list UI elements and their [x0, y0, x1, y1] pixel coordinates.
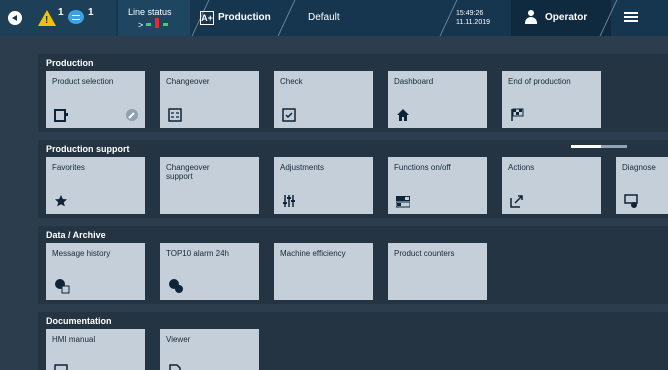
- tile-favorites[interactable]: Favorites: [46, 157, 145, 214]
- machine-icon: [54, 109, 68, 122]
- divider: [439, 0, 458, 36]
- hmi-screen: ! 1 1 Line status > A+ Production Defaul…: [0, 0, 668, 370]
- tile-label: End of production: [508, 77, 571, 86]
- tile-product-selection[interactable]: Product selection: [46, 71, 145, 128]
- tile-label: Changeover support: [166, 163, 210, 181]
- date-text: 11.11.2019: [456, 19, 490, 26]
- mode-icon: A+: [200, 11, 214, 25]
- chevron-right-icon: >: [138, 20, 144, 30]
- tile-diagnose[interactable]: Diagnose: [616, 157, 668, 214]
- tile-message-history[interactable]: Message history: [46, 243, 145, 300]
- tile-changeover[interactable]: Changeover: [160, 71, 259, 128]
- tile-label: HMI manual: [52, 335, 96, 344]
- warning-icon[interactable]: !: [38, 10, 56, 26]
- status-red-indicator: [155, 18, 159, 28]
- tile-adjustments[interactable]: Adjustments: [274, 157, 373, 214]
- tile-label: Viewer: [166, 335, 191, 344]
- tile-label: Favorites: [52, 163, 85, 172]
- document-icon: [169, 364, 181, 370]
- message-count: 1: [88, 7, 94, 18]
- tile-label: Message history: [52, 249, 111, 258]
- tile-machine-efficiency[interactable]: Machine efficiency: [274, 243, 373, 300]
- top-bar: ! 1 1 Line status > A+ Production Defaul…: [0, 0, 668, 36]
- book-icon: [54, 364, 68, 370]
- page-scroll-indicator: [571, 145, 627, 148]
- tile-top10-alarm[interactable]: TOP10 alarm 24h: [160, 243, 259, 300]
- production-mode-button[interactable]: A+ Production: [196, 0, 280, 36]
- checkered-flag-icon: [511, 108, 524, 121]
- tile-label: Adjustments: [280, 163, 325, 172]
- operator-button[interactable]: Operator: [511, 0, 611, 36]
- profile-label[interactable]: Default: [308, 12, 340, 23]
- section-title-production-support: Production support: [46, 144, 130, 154]
- section-title-production: Production: [46, 58, 94, 68]
- alarm-history-icon: [55, 279, 70, 294]
- time-text: 15:49:26: [456, 10, 484, 17]
- tile-end-of-production[interactable]: End of production: [502, 71, 601, 128]
- star-icon: [55, 195, 67, 207]
- checkbox-icon: [282, 108, 296, 122]
- menu-button[interactable]: [624, 12, 638, 23]
- status-green-indicator: [146, 23, 151, 26]
- wrench-icon: [126, 109, 138, 121]
- tile-label: Changeover: [166, 77, 210, 86]
- back-button[interactable]: [8, 11, 22, 25]
- toggle-switch-icon: [396, 196, 410, 208]
- tile-label: Product selection: [52, 77, 114, 86]
- tile-label: Actions: [508, 163, 535, 172]
- tile-label: Product counters: [394, 249, 455, 258]
- tile-label: Check: [280, 77, 303, 86]
- home-icon: [397, 109, 409, 121]
- tile-product-counters[interactable]: Product counters: [388, 243, 487, 300]
- status-area: ! 1 1: [0, 0, 116, 36]
- tile-hmi-manual[interactable]: HMI manual: [46, 329, 145, 370]
- operator-label: Operator: [545, 12, 588, 23]
- message-icon[interactable]: [68, 10, 84, 24]
- tile-actions[interactable]: Actions: [502, 157, 601, 214]
- tile-changeover-support[interactable]: Changeover support: [160, 157, 259, 214]
- datetime: 15:49:26 11.11.2019: [456, 9, 490, 27]
- tile-functions-on-off[interactable]: Functions on/off: [388, 157, 487, 214]
- checklist-icon: [168, 108, 182, 122]
- tile-dashboard[interactable]: Dashboard: [388, 71, 487, 128]
- tile-label: Diagnose: [622, 163, 656, 172]
- sliders-icon: [283, 195, 295, 207]
- line-status-button[interactable]: Line status >: [118, 0, 190, 36]
- status-green-indicator: [163, 23, 168, 26]
- line-status-label: Line status: [128, 7, 172, 17]
- tile-label: Functions on/off: [394, 163, 451, 172]
- tile-check[interactable]: Check: [274, 71, 373, 128]
- mode-label: Production: [218, 12, 271, 23]
- section-title-documentation: Documentation: [46, 316, 112, 326]
- tile-viewer[interactable]: Viewer: [160, 329, 259, 370]
- section-title-data-archive: Data / Archive: [46, 230, 106, 240]
- warning-count: 1: [58, 7, 64, 18]
- tile-label: Dashboard: [394, 77, 434, 86]
- tile-label: Machine efficiency: [280, 249, 346, 258]
- monitor-diagnose-icon: [624, 194, 638, 208]
- divider: [277, 0, 296, 36]
- alarm-timer-icon: [169, 279, 183, 293]
- user-icon: [525, 10, 537, 24]
- external-action-icon: [510, 195, 523, 208]
- tile-label: TOP10 alarm 24h: [166, 249, 229, 258]
